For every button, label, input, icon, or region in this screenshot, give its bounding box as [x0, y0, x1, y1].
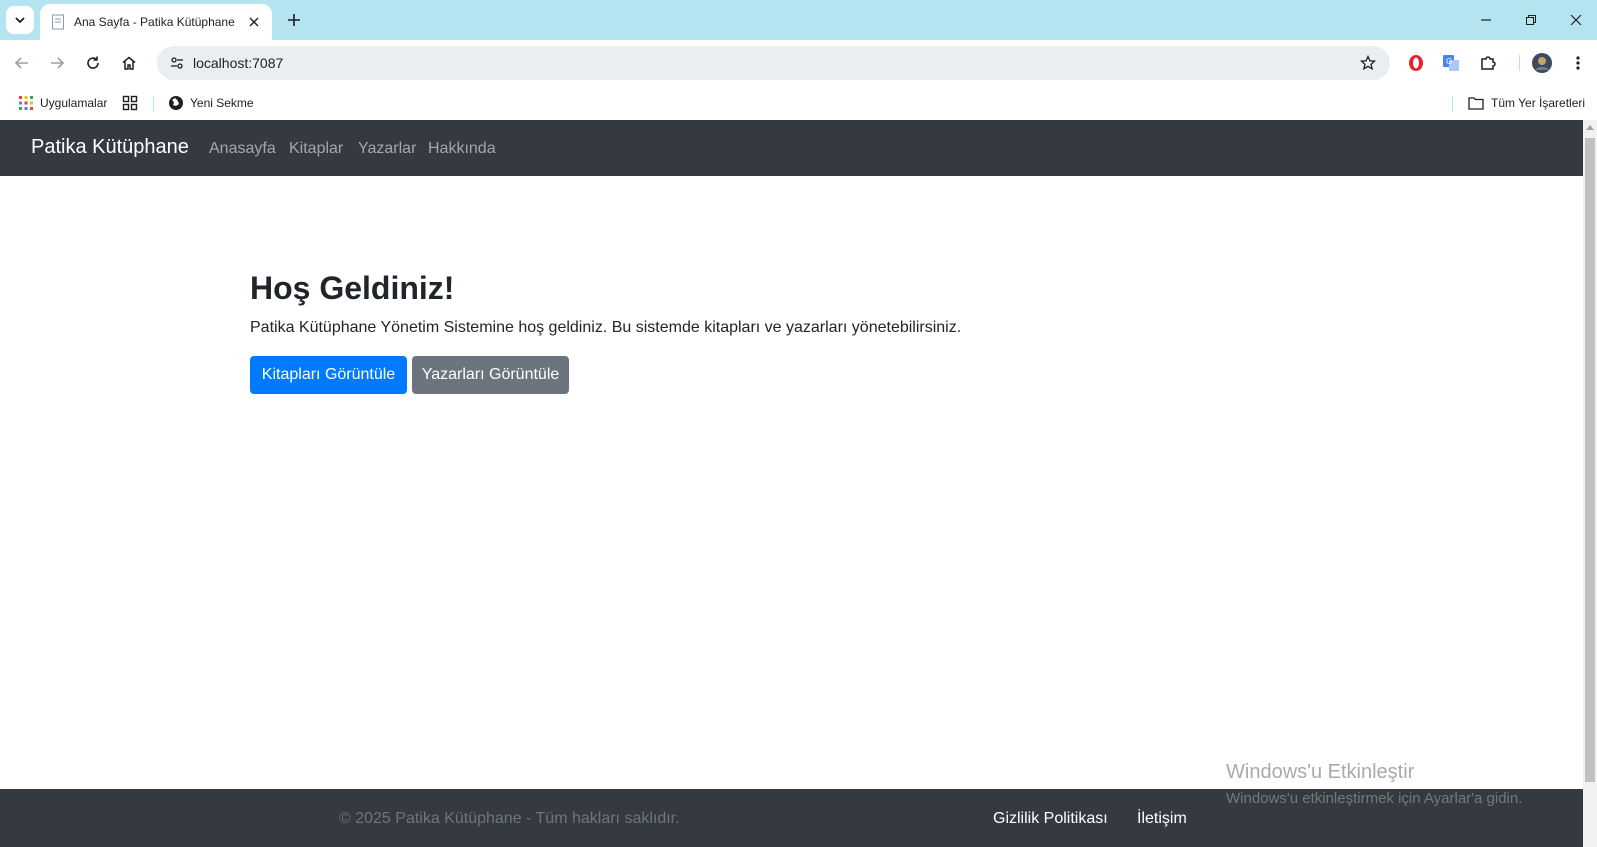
url-text[interactable]: localhost:7087 — [193, 55, 283, 71]
welcome-text: Patika Kütüphane Yönetim Sistemine hoş g… — [250, 319, 962, 336]
apps-grid-icon — [19, 96, 33, 110]
view-books-button[interactable]: Kitapları Görüntüle — [250, 356, 407, 394]
nav-link-home[interactable]: Anasayfa — [209, 140, 276, 158]
browser-toolbar: localhost:7087 G — [0, 40, 1597, 86]
bookmarks-divider — [153, 96, 154, 112]
toolbar-divider — [1519, 55, 1520, 71]
tab-title: Ana Sayfa - Patika Kütüphane — [74, 15, 235, 29]
extensions-puzzle-icon[interactable] — [1475, 50, 1501, 76]
all-bookmarks-folder[interactable]: Tüm Yer İşaretleri — [1468, 92, 1585, 114]
reload-button[interactable] — [80, 50, 106, 76]
bookmark-apps[interactable]: Uygulamalar — [18, 92, 107, 114]
windows-activation-title: Windows'u Etkinleştir — [1226, 761, 1415, 783]
forward-button[interactable] — [44, 50, 70, 76]
globe-icon — [169, 96, 183, 110]
nav-link-about[interactable]: Hakkında — [428, 140, 496, 158]
home-icon — [122, 56, 136, 70]
contact-link[interactable]: İletişim — [1137, 810, 1187, 828]
arrow-left-icon — [14, 57, 28, 69]
view-authors-button[interactable]: Yazarları Görüntüle — [412, 356, 569, 394]
tab-groups-button[interactable] — [122, 92, 138, 114]
chevron-down-icon — [15, 17, 25, 24]
folder-icon — [1468, 97, 1484, 110]
tab-search-button[interactable] — [6, 6, 34, 34]
svg-text:G: G — [1446, 57, 1452, 66]
site-navbar: Patika Kütüphane Anasayfa Kitaplar Yazar… — [0, 120, 1583, 176]
active-tab[interactable]: Ana Sayfa - Patika Kütüphane — [40, 4, 272, 40]
new-tab-button[interactable] — [282, 8, 306, 32]
home-button[interactable] — [116, 50, 142, 76]
bookmark-new-tab[interactable]: Yeni Sekme — [168, 92, 254, 114]
windows-activation-subtitle: Windows'u etkinleştirmek için Ayarlar'a … — [1226, 790, 1523, 807]
footer-copyright: © 2025 Patika Kütüphane - Tüm hakları sa… — [339, 810, 680, 827]
address-bar[interactable]: localhost:7087 — [157, 46, 1390, 80]
bookmark-star-icon[interactable] — [1356, 51, 1380, 75]
translate-extension-icon[interactable]: G — [1438, 50, 1464, 76]
page-title: Hoş Geldiniz! — [250, 270, 455, 306]
browser-tabstrip: Ana Sayfa - Patika Kütüphane — [0, 0, 1597, 40]
restore-icon — [1526, 15, 1536, 25]
plus-icon — [288, 14, 300, 26]
opera-extension-icon[interactable] — [1403, 50, 1429, 76]
grid-icon — [122, 95, 138, 111]
privacy-policy-link[interactable]: Gizlilik Politikası — [993, 810, 1108, 828]
navbar-brand[interactable]: Patika Kütüphane — [31, 136, 189, 159]
bookmark-apps-label: Uygulamalar — [40, 96, 108, 110]
page-scrollbar[interactable] — [1583, 120, 1597, 847]
close-icon — [1570, 14, 1582, 26]
scroll-up-icon[interactable] — [1586, 123, 1594, 131]
scroll-thumb[interactable] — [1585, 138, 1595, 782]
nav-link-authors[interactable]: Yazarlar — [358, 140, 416, 158]
reload-icon — [87, 56, 99, 69]
minimize-icon — [1481, 19, 1491, 21]
bookmarks-divider-right — [1452, 96, 1453, 112]
minimize-button[interactable] — [1468, 6, 1504, 34]
close-window-button[interactable] — [1558, 6, 1594, 34]
all-bookmarks-label: Tüm Yer İşaretleri — [1491, 96, 1586, 110]
browser-menu-icon[interactable] — [1565, 50, 1591, 76]
site-info-icon[interactable] — [165, 51, 189, 75]
page-icon — [50, 14, 66, 30]
web-page: Patika Kütüphane Anasayfa Kitaplar Yazar… — [0, 120, 1583, 847]
restore-button[interactable] — [1513, 6, 1549, 34]
bookmarks-bar: Uygulamalar Yeni Sekme Tüm Yer İşaretler… — [0, 86, 1597, 120]
arrow-right-icon — [51, 57, 65, 69]
close-icon[interactable] — [246, 14, 262, 30]
nav-link-books[interactable]: Kitaplar — [289, 140, 343, 158]
back-button[interactable] — [9, 50, 35, 76]
bookmark-new-tab-label: Yeni Sekme — [190, 96, 254, 110]
avatar[interactable] — [1529, 50, 1555, 76]
